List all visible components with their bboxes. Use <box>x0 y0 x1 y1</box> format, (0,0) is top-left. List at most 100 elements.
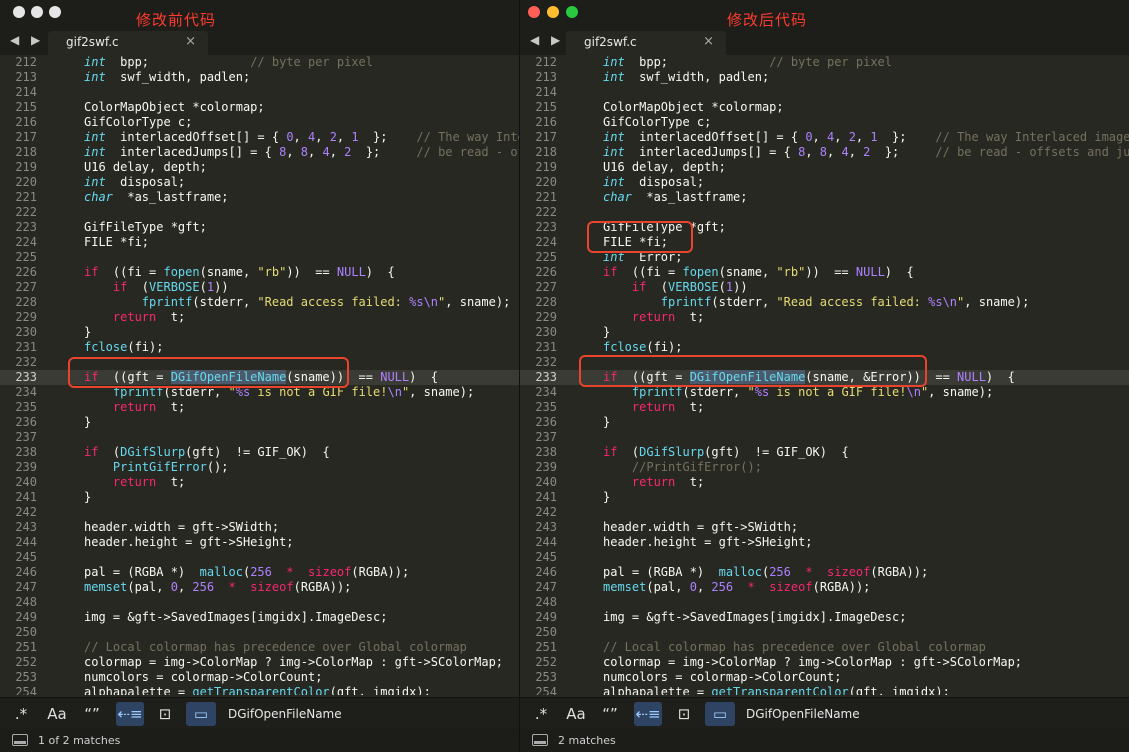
code-line[interactable]: 225 <box>0 250 519 265</box>
code-line[interactable]: 248 <box>0 595 519 610</box>
panel-toggle-icon[interactable] <box>532 734 548 746</box>
code-line[interactable]: 235 return t; <box>0 400 519 415</box>
code-line[interactable]: 226 if ((fi = fopen(sname, "rb")) == NULL… <box>520 265 1129 280</box>
code-line[interactable]: 229 return t; <box>0 310 519 325</box>
zoom-window-button[interactable] <box>566 6 578 18</box>
code-line[interactable]: 213 int swf_width, padlen; <box>520 70 1129 85</box>
code-line[interactable]: 218 int interlacedJumps[] = { 8, 8, 4, 2 … <box>0 145 519 160</box>
nav-arrows-icon[interactable]: ◀ ▶ <box>530 33 564 47</box>
code-line[interactable]: 236} <box>0 415 519 430</box>
code-line[interactable]: 217 int interlacedOffset[] = { 0, 4, 2, 1… <box>520 130 1129 145</box>
zoom-window-button[interactable] <box>49 6 61 18</box>
code-line[interactable]: 241} <box>520 490 1129 505</box>
code-line[interactable]: 230} <box>0 325 519 340</box>
code-line[interactable]: 227 if (VERBOSE(1)) <box>0 280 519 295</box>
code-line[interactable]: 214 <box>0 85 519 100</box>
code-line[interactable]: 248 <box>520 595 1129 610</box>
regex-toggle[interactable]: .* <box>10 702 32 726</box>
code-line[interactable]: 218 int interlacedJumps[] = { 8, 8, 4, 2 … <box>520 145 1129 160</box>
code-line[interactable]: 227 if (VERBOSE(1)) <box>520 280 1129 295</box>
code-line[interactable]: 231 fclose(fi); <box>520 340 1129 355</box>
code-line[interactable]: 246 pal = (RGBA *) malloc(256 * sizeof(RG… <box>0 565 519 580</box>
code-line[interactable]: 246 pal = (RGBA *) malloc(256 * sizeof(RG… <box>520 565 1129 580</box>
minimize-window-button[interactable] <box>31 6 43 18</box>
code-line[interactable]: 220 int disposal; <box>520 175 1129 190</box>
code-line[interactable]: 244 header.height = gft->SHeight; <box>0 535 519 550</box>
find-input[interactable]: DGifOpenFileName <box>740 701 1129 727</box>
code-line[interactable]: 239 //PrintGifError(); <box>520 460 1129 475</box>
code-line[interactable]: 250 <box>520 625 1129 640</box>
code-line[interactable]: 224 FILE *fi; <box>0 235 519 250</box>
code-line[interactable]: 220 int disposal; <box>0 175 519 190</box>
code-line[interactable]: 240 return t; <box>0 475 519 490</box>
regex-toggle[interactable]: .* <box>530 702 552 726</box>
whole-word-toggle[interactable]: “” <box>598 702 622 726</box>
code-line[interactable]: 238 if (DGifSlurp(gft) != GIF_OK) { <box>520 445 1129 460</box>
close-window-button[interactable] <box>528 6 540 18</box>
code-line[interactable]: 242 <box>0 505 519 520</box>
close-tab-icon[interactable]: × <box>703 34 714 49</box>
code-line[interactable]: 254 alphapalette = getTransparentColor(gf… <box>0 685 519 695</box>
code-line[interactable]: 252 colormap = img->ColorMap ? img->Color… <box>0 655 519 670</box>
code-line[interactable]: 235 return t; <box>520 400 1129 415</box>
code-line[interactable]: 219 U16 delay, depth; <box>0 160 519 175</box>
code-line[interactable]: 251 // Local colormap has precedence over… <box>520 640 1129 655</box>
code-line[interactable]: 223 GifFileType *gft; <box>0 220 519 235</box>
code-line[interactable]: 228 fprintf(stderr, "Read access failed:… <box>0 295 519 310</box>
tab-gif2swf[interactable]: gif2swf.c × <box>566 31 726 55</box>
code-line[interactable]: 254 alphapalette = getTransparentColor(gf… <box>520 685 1129 695</box>
code-line[interactable]: 213 int swf_width, padlen; <box>0 70 519 85</box>
code-line[interactable]: 215 ColorMapObject *colormap; <box>520 100 1129 115</box>
code-line[interactable]: 221 char *as_lastframe; <box>520 190 1129 205</box>
case-sensitive-toggle[interactable]: Aa <box>45 702 69 726</box>
code-line[interactable]: 240 return t; <box>520 475 1129 490</box>
code-line[interactable]: 222 <box>520 205 1129 220</box>
code-line[interactable]: 215 ColorMapObject *colormap; <box>0 100 519 115</box>
close-tab-icon[interactable]: × <box>185 34 196 49</box>
panel-toggle-icon[interactable] <box>12 734 28 746</box>
code-line[interactable]: 230} <box>520 325 1129 340</box>
in-selection-toggle[interactable]: ⊡ <box>151 702 179 726</box>
code-line[interactable]: 238 if (DGifSlurp(gft) != GIF_OK) { <box>0 445 519 460</box>
code-line[interactable]: 242 <box>520 505 1129 520</box>
close-window-button[interactable] <box>13 6 25 18</box>
tab-gif2swf[interactable]: gif2swf.c × <box>48 31 208 55</box>
code-line[interactable]: 249 img = &gft->SavedImages[imgidx].Image… <box>520 610 1129 625</box>
wrap-toggle[interactable]: ⇠≡ <box>116 702 144 726</box>
code-line[interactable]: 217 int interlacedOffset[] = { 0, 4, 2, 1… <box>0 130 519 145</box>
code-line[interactable]: 243 header.width = gft->SWidth; <box>0 520 519 535</box>
code-line[interactable]: 253 numcolors = colormap->ColorCount; <box>0 670 519 685</box>
code-line[interactable]: 247 memset(pal, 0, 256 * sizeof(RGBA)); <box>0 580 519 595</box>
code-line[interactable]: 239 PrintGifError(); <box>0 460 519 475</box>
code-line[interactable]: 252 colormap = img->ColorMap ? img->Color… <box>520 655 1129 670</box>
highlight-matches-toggle[interactable]: ▭ <box>186 702 216 726</box>
code-line[interactable]: 249 img = &gft->SavedImages[imgidx].Image… <box>0 610 519 625</box>
whole-word-toggle[interactable]: “” <box>80 702 104 726</box>
code-line[interactable]: 243 header.width = gft->SWidth; <box>520 520 1129 535</box>
find-input[interactable]: DGifOpenFileName <box>222 701 519 727</box>
code-line[interactable]: 247 memset(pal, 0, 256 * sizeof(RGBA)); <box>520 580 1129 595</box>
code-line[interactable]: 234 fprintf(stderr, "%s is not a GIF fil… <box>520 385 1129 400</box>
code-line[interactable]: 219 U16 delay, depth; <box>520 160 1129 175</box>
code-line[interactable]: 250 <box>0 625 519 640</box>
wrap-toggle[interactable]: ⇠≡ <box>634 702 662 726</box>
case-sensitive-toggle[interactable]: Aa <box>564 702 588 726</box>
code-line[interactable]: 236} <box>520 415 1129 430</box>
code-line[interactable]: 245 <box>520 550 1129 565</box>
code-line[interactable]: 231 fclose(fi); <box>0 340 519 355</box>
code-line[interactable]: 221 char *as_lastframe; <box>0 190 519 205</box>
code-line[interactable]: 237 <box>520 430 1129 445</box>
code-line[interactable]: 216 GifColorType c; <box>520 115 1129 130</box>
code-line[interactable]: 214 <box>520 85 1129 100</box>
code-line[interactable]: 244 header.height = gft->SHeight; <box>520 535 1129 550</box>
code-line[interactable]: 253 numcolors = colormap->ColorCount; <box>520 670 1129 685</box>
code-line[interactable]: 222 <box>0 205 519 220</box>
code-line[interactable]: 212 int bpp; // byte per pixel <box>520 55 1129 70</box>
code-line[interactable]: 229 return t; <box>520 310 1129 325</box>
code-line[interactable]: 237 <box>0 430 519 445</box>
code-line[interactable]: 212 int bpp; // byte per pixel <box>0 55 519 70</box>
code-line[interactable]: 226 if ((fi = fopen(sname, "rb")) == NULL… <box>0 265 519 280</box>
minimize-window-button[interactable] <box>547 6 559 18</box>
code-line[interactable]: 245 <box>0 550 519 565</box>
in-selection-toggle[interactable]: ⊡ <box>670 702 698 726</box>
